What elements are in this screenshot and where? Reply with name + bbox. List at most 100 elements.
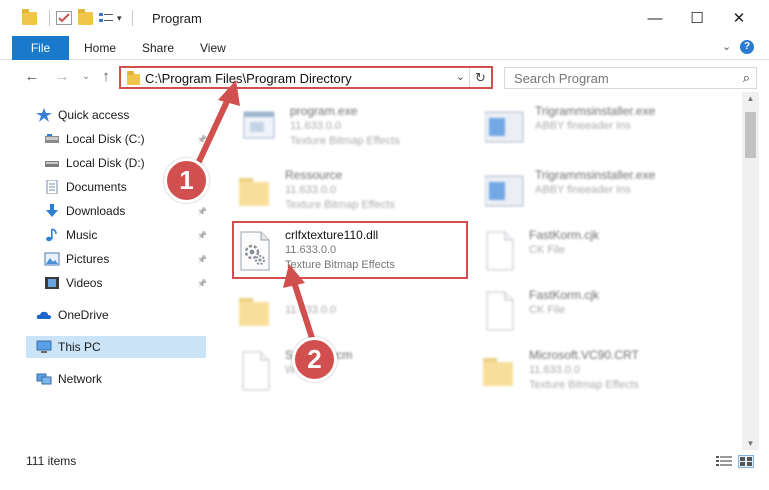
maximize-button[interactable]: ☐ — [674, 0, 720, 36]
pin-icon: 📌 — [197, 134, 207, 144]
sidebar-item-label: Documents — [66, 180, 127, 194]
blank-file-icon — [486, 291, 514, 331]
expand-ribbon-icon[interactable]: ⌄ — [722, 40, 731, 53]
quick-access-toolbar: ▾ — [22, 8, 139, 26]
sidebar-item-label: Videos — [66, 276, 103, 290]
scroll-down-icon[interactable]: ▼ — [742, 439, 759, 448]
pin-icon: 📌 — [197, 278, 207, 288]
sidebar-item-pictures[interactable]: Pictures 📌 — [44, 248, 207, 270]
address-path: C:\Program Files\Program Directory — [145, 71, 352, 86]
tab-view[interactable]: View — [188, 36, 238, 60]
file-name: FastKorm.cjk — [529, 228, 600, 242]
search-icon[interactable]: ⌕ — [743, 70, 750, 86]
new-folder-icon[interactable] — [78, 8, 93, 25]
cloud-icon — [36, 311, 51, 319]
help-icon[interactable]: ? — [740, 40, 754, 54]
folder-icon — [239, 178, 269, 206]
file-version: 11.633.0.0 — [285, 184, 337, 196]
close-button[interactable]: ✕ — [716, 0, 762, 36]
list-item[interactable]: Sn P10.wcm W — [235, 344, 475, 400]
file-version: 11.633.0.0 — [285, 304, 337, 316]
file-description: ABBY fineeader Ins — [535, 120, 631, 132]
sidebar-item-label: This PC — [58, 340, 101, 354]
file-name: Ressource — [285, 168, 343, 182]
vertical-scrollbar[interactable]: ▲ ▼ — [742, 92, 759, 450]
customize-chevron-icon[interactable]: ▾ — [117, 13, 122, 24]
drive-icon — [45, 161, 59, 167]
up-button[interactable]: ↑ — [96, 66, 116, 86]
sidebar-item-music[interactable]: Music 📌 — [44, 224, 207, 246]
sidebar-item-label: Local Disk (C:) — [66, 132, 145, 146]
large-icons-view-icon[interactable] — [738, 455, 754, 468]
search-input[interactable]: Search Program ⌕ — [504, 67, 757, 89]
address-history-chevron-icon[interactable]: ⌄ — [456, 70, 465, 83]
highlight-box — [232, 221, 468, 279]
ribbon-tabs: File Home Share View ⌄ ? — [0, 36, 769, 60]
file-version: 11.633.0.0 — [529, 364, 581, 376]
sidebar-item-label: OneDrive — [58, 308, 109, 322]
tab-file[interactable]: File — [12, 36, 69, 60]
status-bar: 111 items — [0, 450, 769, 472]
sidebar-item-label: Quick access — [58, 108, 130, 122]
file-description: ABBY fineeader Ins — [535, 184, 631, 196]
address-bar[interactable]: C:\Program Files\Program Directory ⌄ ↻ — [119, 66, 493, 89]
videos-icon — [45, 277, 59, 289]
folder-icon — [22, 8, 37, 25]
pin-icon: 📌 — [197, 206, 207, 216]
list-item[interactable]: Ressource 11.633.0.0 Texture Bitmap Effe… — [235, 164, 475, 220]
list-item[interactable]: FastKorm.cjk CK File — [479, 284, 719, 340]
tab-share[interactable]: Share — [130, 36, 186, 60]
sidebar-item-label: Music — [66, 228, 98, 242]
list-item[interactable]: Trigrammsinstaller.exe ABBY fineeader In… — [485, 100, 725, 156]
sidebar-item-local-disk-c[interactable]: Local Disk (C:) 📌 — [44, 128, 207, 150]
pin-icon: 📌 — [197, 254, 207, 264]
network-icon — [36, 373, 52, 385]
list-item[interactable]: program.exe 11.633.0.0 Texture Bitmap Ef… — [240, 100, 480, 156]
file-description: Texture Bitmap Effects — [529, 379, 639, 391]
file-description: Texture Bitmap Effects — [290, 135, 400, 147]
folder-icon — [127, 71, 140, 85]
separator — [49, 10, 50, 26]
sidebar-item-videos[interactable]: Videos 📌 — [44, 272, 207, 294]
list-item[interactable]: Microsoft.VC90.CRT 11.633.0.0 Texture Bi… — [479, 344, 719, 400]
item-count: 111 items — [26, 454, 77, 468]
navigation-pane: Quick access Local Disk (C:) 📌 Local Dis… — [0, 100, 207, 440]
file-description: Texture Bitmap Effects — [285, 199, 395, 211]
refresh-button[interactable]: ↻ — [469, 68, 491, 87]
folder-icon — [483, 358, 513, 386]
step-badge-2: 2 — [292, 337, 337, 382]
file-description: CK File — [529, 244, 566, 256]
file-name: Trigrammsinstaller.exe — [535, 104, 656, 118]
title-bar: ▾ Program — ☐ ✕ — [0, 0, 769, 36]
sidebar-item-label: Network — [58, 372, 103, 386]
pictures-icon — [44, 252, 60, 266]
list-item[interactable]: FastKorm.cjk CK File — [479, 224, 719, 280]
tab-home[interactable]: Home — [72, 36, 128, 60]
scroll-thumb[interactable] — [745, 112, 756, 158]
forward-button[interactable]: → — [52, 66, 72, 86]
back-button[interactable]: ← — [22, 66, 42, 86]
minimize-button[interactable]: — — [632, 0, 678, 36]
sidebar-item-this-pc[interactable]: This PC — [26, 336, 206, 358]
recent-locations-button[interactable]: ⌄ — [76, 66, 96, 86]
scroll-up-icon[interactable]: ▲ — [742, 94, 759, 103]
file-name: Trigrammsinstaller.exe — [535, 168, 656, 182]
folder-icon — [239, 298, 269, 326]
search-placeholder: Search Program — [514, 71, 609, 86]
properties-check-icon[interactable] — [56, 11, 72, 25]
download-icon — [46, 204, 58, 217]
sidebar-item-downloads[interactable]: Downloads 📌 — [44, 200, 207, 222]
blank-file-icon — [242, 351, 270, 391]
window-title: Program — [152, 11, 202, 26]
sidebar-item-label: Downloads — [66, 204, 126, 218]
file-name: Microsoft.VC90.CRT — [529, 348, 639, 362]
file-name: program.exe — [290, 104, 358, 118]
file-description: CK File — [529, 304, 566, 316]
list-item[interactable]: 11.633.0.0 — [235, 284, 475, 340]
music-icon — [46, 228, 57, 242]
details-view-icon[interactable] — [716, 455, 732, 468]
list-item[interactable]: Trigrammsinstaller.exe ABBY fineeader In… — [485, 164, 725, 220]
pin-icon: 📌 — [197, 230, 207, 240]
step-badge-1: 1 — [164, 158, 209, 203]
view-details-icon[interactable] — [99, 12, 113, 24]
